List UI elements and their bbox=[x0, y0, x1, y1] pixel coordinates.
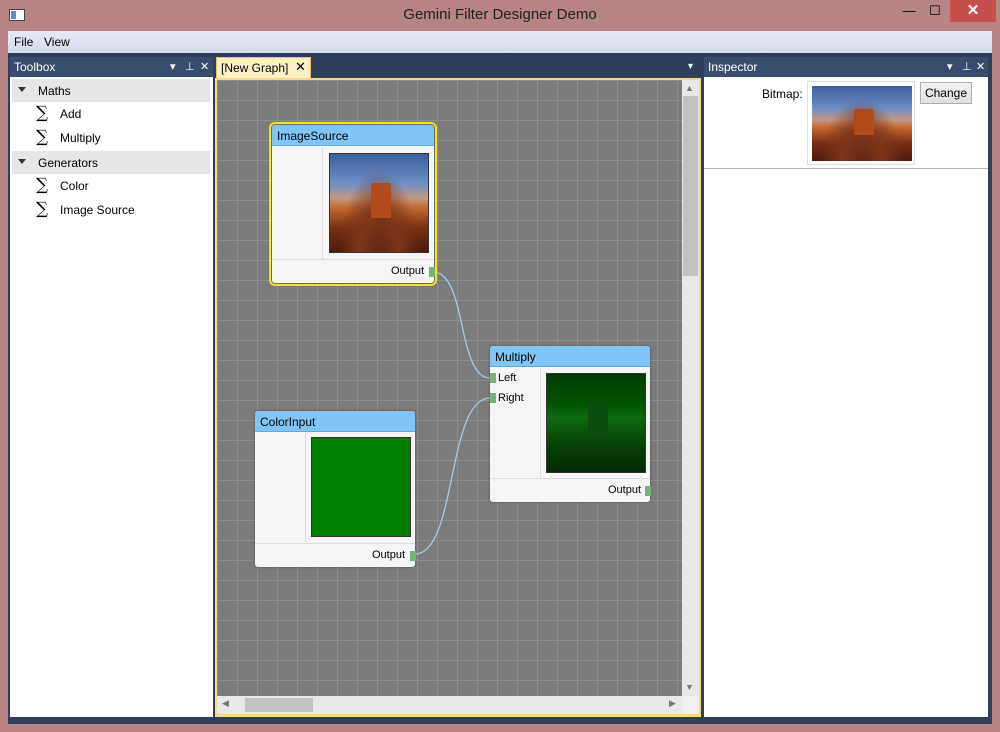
toolbox-item-label: Color bbox=[60, 179, 89, 193]
toolbox-item-label: Add bbox=[60, 107, 82, 121]
port-label-left: Left bbox=[498, 372, 517, 384]
port-label-output: Output bbox=[608, 484, 642, 496]
node-image-source[interactable]: ImageSource Output bbox=[269, 122, 437, 286]
maximize-button[interactable]: ☐ bbox=[922, 0, 948, 22]
scroll-left-arrow-icon[interactable]: ◀ bbox=[222, 698, 229, 709]
output-port[interactable] bbox=[429, 267, 435, 277]
bitmap-thumbnail bbox=[807, 81, 915, 165]
bitmap-preview-image bbox=[812, 86, 912, 161]
node-title: ImageSource bbox=[277, 129, 349, 143]
node-preview-image bbox=[546, 373, 646, 473]
output-port[interactable] bbox=[645, 486, 651, 496]
toolbox-panel: Toolbox ▾ ⊥ ✕ Maths ∑ Add ∑ Multiply Gen… bbox=[10, 57, 213, 717]
close-icon[interactable]: ✕ bbox=[976, 60, 985, 73]
document-area: [New Graph] ✕ ▾ ImageSource Output Multi… bbox=[215, 57, 701, 717]
port-label-output: Output bbox=[391, 265, 425, 277]
node-input-area bbox=[255, 433, 306, 543]
port-label-output: Output bbox=[372, 549, 406, 561]
graph-canvas[interactable]: ImageSource Output Multiply Left Right O… bbox=[217, 80, 682, 696]
toolbox-group-maths[interactable]: Maths bbox=[12, 79, 210, 102]
toolbox-group-label: Maths bbox=[38, 84, 71, 98]
node-footer: Output bbox=[272, 259, 435, 283]
minimize-button[interactable]: — bbox=[896, 0, 922, 22]
collapse-triangle-icon[interactable] bbox=[18, 87, 26, 92]
toolbox-item-label: Multiply bbox=[60, 131, 101, 145]
inspector-panel: Inspector ▾ ⊥ ✕ Bitmap: Change bbox=[704, 57, 988, 717]
title-bar[interactable]: Gemini Filter Designer Demo — ☐ ✕ bbox=[0, 0, 1000, 31]
toolbox-header: Toolbox ▾ ⊥ ✕ bbox=[10, 57, 213, 77]
graph-frame: ImageSource Output Multiply Left Right O… bbox=[215, 78, 701, 717]
horizontal-scrollbar[interactable]: ◀ ▶ bbox=[217, 696, 682, 714]
connection-wire[interactable] bbox=[432, 271, 491, 379]
dropdown-icon[interactable]: ▾ bbox=[947, 60, 953, 73]
tab-new-graph[interactable]: [New Graph] ✕ bbox=[216, 57, 311, 78]
node-input-area bbox=[272, 147, 323, 259]
sigma-icon: ∑ bbox=[36, 175, 49, 195]
inspector-header: Inspector ▾ ⊥ ✕ bbox=[704, 57, 988, 77]
scroll-down-arrow-icon[interactable]: ▼ bbox=[685, 682, 694, 692]
tab-close-icon[interactable]: ✕ bbox=[295, 59, 306, 75]
toolbox-item-label: Image Source bbox=[60, 203, 135, 217]
node-color-input[interactable]: ColorInput Output bbox=[255, 411, 416, 567]
node-footer: Output bbox=[490, 478, 651, 502]
node-footer: Output bbox=[255, 543, 416, 567]
dropdown-icon[interactable]: ▾ bbox=[170, 60, 176, 73]
bitmap-label: Bitmap: bbox=[762, 87, 803, 101]
horizontal-scroll-thumb[interactable] bbox=[245, 698, 313, 712]
menu-file[interactable]: File bbox=[14, 35, 33, 49]
connection-wire[interactable] bbox=[414, 397, 491, 555]
node-input-area: Left Right bbox=[490, 368, 541, 478]
input-port-right[interactable] bbox=[490, 393, 496, 403]
toolbox-title: Toolbox bbox=[14, 60, 56, 74]
port-label-right: Right bbox=[498, 392, 524, 404]
document-menu-icon[interactable]: ▾ bbox=[688, 61, 693, 72]
node-header[interactable]: Multiply bbox=[490, 346, 650, 367]
close-icon[interactable]: ✕ bbox=[200, 60, 209, 73]
node-title: ColorInput bbox=[260, 415, 316, 429]
toolbox-group-label: Generators bbox=[38, 156, 99, 170]
change-button[interactable]: Change bbox=[920, 82, 972, 104]
input-port-left[interactable] bbox=[490, 373, 496, 383]
vertical-scrollbar[interactable]: ▲ ▼ bbox=[682, 80, 699, 696]
sigma-icon: ∑ bbox=[36, 103, 49, 123]
window-title: Gemini Filter Designer Demo bbox=[403, 6, 597, 23]
output-port[interactable] bbox=[410, 551, 416, 561]
scroll-corner bbox=[682, 696, 699, 714]
collapse-triangle-icon[interactable] bbox=[18, 159, 26, 164]
scroll-up-arrow-icon[interactable]: ▲ bbox=[685, 83, 694, 93]
close-button[interactable]: ✕ bbox=[950, 0, 996, 22]
app-window: Gemini Filter Designer Demo — ☐ ✕ File V… bbox=[0, 0, 1000, 732]
toolbox-group-generators[interactable]: Generators bbox=[12, 151, 210, 174]
tab-label: [New Graph] bbox=[221, 61, 289, 75]
node-header[interactable]: ImageSource bbox=[272, 125, 434, 146]
menu-bar: File View bbox=[8, 31, 992, 53]
inspector-title: Inspector bbox=[708, 60, 758, 74]
sigma-icon: ∑ bbox=[36, 199, 49, 219]
menu-view[interactable]: View bbox=[44, 35, 70, 49]
node-multiply[interactable]: Multiply Left Right Output bbox=[490, 346, 651, 502]
vertical-scroll-thumb[interactable] bbox=[683, 96, 698, 276]
inspector-separator bbox=[704, 168, 988, 169]
pin-icon[interactable]: ⊥ bbox=[185, 60, 195, 73]
node-preview-color bbox=[311, 437, 411, 537]
node-header[interactable]: ColorInput bbox=[255, 411, 415, 432]
pin-icon[interactable]: ⊥ bbox=[962, 60, 972, 73]
sigma-icon: ∑ bbox=[36, 127, 49, 147]
node-preview-image bbox=[329, 153, 429, 253]
scroll-right-arrow-icon[interactable]: ▶ bbox=[669, 698, 676, 709]
node-title: Multiply bbox=[495, 350, 536, 364]
